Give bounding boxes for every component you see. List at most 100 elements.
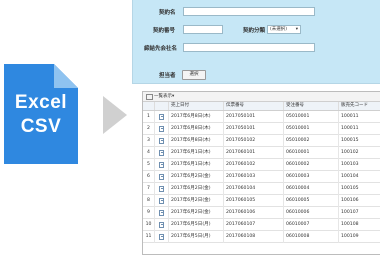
order-number-cell: 05010001 [283,123,338,135]
grid-view-icon[interactable] [146,94,153,100]
customer-code-cell: 100011 [338,123,380,135]
sales-date-cell: 2017年6月5日(月) [168,219,223,231]
table-row[interactable]: 10 2017年6月5日(月) 2017060107 06010007 100108 [143,219,380,231]
sales-date-cell: 2017年6月2日(金) [168,171,223,183]
customer-code-cell: 100105 [338,183,380,195]
table-row[interactable]: 2 2017年6月8日(木) 2017050101 05010001 100011 [143,123,380,135]
sales-date-cell: 2017年6月2日(金) [168,183,223,195]
slip-number-cell: 2017060106 [223,207,283,219]
document-icon[interactable] [159,162,164,168]
column-header-icon [154,102,168,110]
slip-number-cell: 2017050101 [223,123,283,135]
order-number-cell: 06010005 [283,195,338,207]
order-number-cell: 06010001 [283,147,338,159]
chevron-down-icon: ▾ [295,27,298,32]
file-type-excel-label: Excel [14,92,68,113]
document-icon[interactable] [159,198,164,204]
document-icon[interactable] [159,222,164,228]
file-type-csv-label: CSV [20,116,62,137]
table-row[interactable]: 9 2017年6月2日(金) 2017060106 06010006 100107 [143,207,380,219]
contract-number-input[interactable] [183,25,223,34]
customer-code-cell: 100103 [338,159,380,171]
order-number-cell: 05010001 [283,111,338,123]
sales-date-cell: 2017年6月8日(木) [168,123,223,135]
document-icon[interactable] [159,138,164,144]
slip-number-cell: 2017060102 [223,159,283,171]
column-header-customer-code[interactable]: 販売先コード [338,102,380,110]
table-row[interactable]: 1 2017年6月8日(木) 2017050101 05010001 100011 [143,111,380,123]
contract-number-label: 契約番号 [153,28,176,34]
table-row[interactable]: 11 2017年6月5日(月) 2017060108 06010008 100109 [143,231,380,243]
owner-label: 担当者 [159,73,176,79]
column-header-order-number[interactable]: 受注番号 [283,102,338,110]
arrow-right-icon [103,96,127,134]
sales-date-cell: 2017年6月1日(木) [168,159,223,171]
row-number-cell: 9 [147,210,150,215]
customer-code-cell: 100109 [338,231,380,243]
table-row[interactable]: 6 2017年6月2日(金) 2017060103 06010003 100104 [143,171,380,183]
table-row[interactable]: 4 2017年6月1日(木) 2017060101 06010001 100102 [143,147,380,159]
order-number-cell: 06010006 [283,207,338,219]
slip-number-cell: 2017060108 [223,231,283,243]
document-icon[interactable] [159,210,164,216]
contract-name-input[interactable] [183,7,315,16]
contract-category-select[interactable]: (未選択) ▾ [267,25,301,34]
row-number-cell: 10 [145,222,152,227]
table-row[interactable]: 8 2017年6月2日(金) 2017060105 06010005 100106 [143,195,380,207]
row-number-cell: 4 [147,150,150,155]
column-header-slip-number[interactable]: 伝票番号 [223,102,283,110]
row-number-cell: 7 [147,186,150,191]
document-icon[interactable] [159,174,164,180]
row-icon-cell [154,183,168,195]
customer-code-cell: 100104 [338,171,380,183]
partner-company-input[interactable] [183,43,315,52]
slip-number-cell: 2017060107 [223,219,283,231]
row-icon-cell [154,231,168,243]
row-icon-cell [154,195,168,207]
table-row[interactable]: 7 2017年6月2日(金) 2017060104 06010004 100105 [143,183,380,195]
slip-number-cell: 2017060101 [223,147,283,159]
table-row[interactable]: 5 2017年6月1日(木) 2017060102 06010002 100103 [143,159,380,171]
slip-number-cell: 2017060104 [223,183,283,195]
contract-category-value: (未選択) [270,27,288,32]
order-number-cell: 06010008 [283,231,338,243]
document-icon[interactable] [159,186,164,192]
partner-company-label: 締結先会社名 [144,46,178,52]
column-header-row-number [143,102,154,110]
row-number-cell: 11 [145,234,152,239]
row-icon-cell [154,159,168,171]
document-icon[interactable] [159,234,164,240]
sales-date-cell: 2017年6月8日(木) [168,135,223,147]
order-number-cell: 05010002 [283,135,338,147]
row-icon-cell [154,135,168,147]
document-icon[interactable] [159,150,164,156]
slip-number-cell: 2017050102 [223,135,283,147]
column-header-sales-date[interactable]: 売上日付 [168,102,223,110]
customer-code-cell: 100108 [338,219,380,231]
row-icon-cell [154,147,168,159]
sales-date-cell: 2017年6月1日(木) [168,147,223,159]
document-icon[interactable] [159,126,164,132]
document-icon[interactable] [159,114,164,120]
row-number-cell: 2 [147,126,150,131]
row-number-cell: 1 [147,114,150,119]
order-number-cell: 06010007 [283,219,338,231]
contract-search-form: 契約名 契約番号 契約分類 (未選択) ▾ 締結先会社名 担当者 選択 [132,0,380,84]
row-number-cell: 8 [147,198,150,203]
owner-select-button[interactable]: 選択 [182,70,206,80]
slip-number-cell: 2017050101 [223,111,283,123]
table-header: 売上日付 伝票番号 受注番号 販売先コード [143,102,380,111]
row-icon-cell [154,111,168,123]
row-icon-cell [154,207,168,219]
customer-code-cell: 100011 [338,111,380,123]
order-number-cell: 06010004 [283,183,338,195]
slip-number-cell: 2017060103 [223,171,283,183]
list-view-dropdown[interactable]: 一覧表示▾ [154,93,174,99]
sales-date-cell: 2017年6月2日(金) [168,207,223,219]
sales-date-cell: 2017年6月2日(金) [168,195,223,207]
slip-number-cell: 2017060105 [223,195,283,207]
excel-csv-file-icon: Excel CSV [4,64,78,164]
row-number-cell: 3 [147,138,150,143]
table-row[interactable]: 3 2017年6月8日(木) 2017050102 05010002 100015 [143,135,380,147]
row-icon-cell [154,123,168,135]
